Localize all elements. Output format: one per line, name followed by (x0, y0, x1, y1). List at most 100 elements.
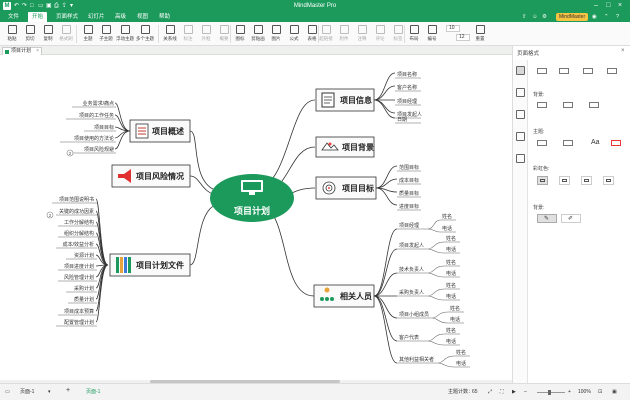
people-item[interactable]: 电话 (456, 360, 466, 367)
people-item[interactable]: 姓名 (450, 305, 460, 312)
people-item[interactable]: 电话 (446, 338, 456, 345)
zoom-level[interactable]: 100% (578, 389, 591, 396)
theme-color-option[interactable] (611, 140, 621, 146)
background-option-1[interactable] (537, 102, 547, 108)
topic-people[interactable]: 相关人员 (313, 284, 375, 308)
people-item[interactable]: 姓名 (442, 213, 452, 220)
clipart-panel-icon[interactable] (516, 110, 525, 119)
menu-view[interactable]: 视图 (133, 12, 152, 22)
docs-child[interactable]: 组织分解结构 (64, 230, 94, 237)
page-view-icon[interactable]: ▭ (5, 389, 10, 396)
overview-child[interactable]: 项目使用的方法论 (74, 135, 114, 142)
clipart-button[interactable]: 剪贴画 (248, 24, 268, 44)
callout-button[interactable]: 标注 (178, 24, 198, 44)
docs-child[interactable]: 风险管理计划 (64, 274, 94, 281)
zoom-slider[interactable] (537, 392, 565, 393)
background-option-3[interactable] (589, 102, 599, 108)
topic-info[interactable]: 项目信息 (315, 88, 375, 112)
topic-overview[interactable]: 项目概述 (129, 119, 191, 143)
format-painter-button[interactable]: 格式刷 (56, 24, 76, 44)
theme-option-1[interactable] (537, 140, 547, 146)
people-item[interactable]: 电话 (442, 225, 452, 232)
background-pen-option[interactable]: ✎ (537, 214, 557, 223)
relationship-button[interactable]: 关系线 (160, 24, 180, 44)
goal-child[interactable]: 成本目标 (399, 177, 419, 184)
people-role[interactable]: 客户代表 (399, 334, 419, 341)
page-select[interactable]: 页面-1 (20, 389, 34, 396)
document-tab[interactable]: 项目计划 × (2, 47, 43, 55)
numbering-button[interactable]: 编号 (422, 24, 442, 44)
menu-home[interactable]: 开始 (28, 12, 48, 22)
layout-button[interactable]: 布局 (404, 24, 424, 44)
people-item[interactable]: 电话 (446, 270, 456, 277)
fit-page-icon[interactable]: ⤢ (488, 389, 492, 396)
mindmap-canvas[interactable]: 项目计划 项目信息 项目背景 项目目标 相关人员 项目概述 项目风险情况 项目计… (0, 55, 512, 383)
subtopic-button[interactable]: 子主题 (96, 24, 116, 44)
overview-collapse-badge[interactable]: 2 (66, 149, 74, 157)
goal-child[interactable]: 质量目标 (399, 190, 419, 197)
hyperlink-button[interactable]: 超链接 (316, 24, 336, 44)
docs-child[interactable]: 关键的成功因素 (59, 208, 94, 215)
help-icon[interactable]: ? (616, 13, 619, 21)
outline-panel-icon[interactable] (516, 154, 525, 163)
theme-panel-icon[interactable] (516, 132, 525, 141)
people-item[interactable]: 电话 (450, 316, 460, 323)
formula-button[interactable]: 公式 (284, 24, 304, 44)
menu-help[interactable]: 帮助 (155, 12, 174, 22)
rainbow-option-3[interactable] (581, 176, 592, 185)
people-item[interactable]: 姓名 (446, 282, 456, 289)
zoom-slider-knob[interactable] (548, 390, 551, 395)
multiple-topics-button[interactable]: 多个主题 (135, 24, 155, 44)
layout-option-4[interactable] (607, 68, 617, 74)
people-role[interactable]: 项目小组成员 (399, 311, 429, 318)
copy-button[interactable]: 复制 (38, 24, 58, 44)
overview-child[interactable]: 项目风险规避 (84, 146, 114, 153)
info-child[interactable]: 项目名称 (397, 71, 417, 78)
rainbow-option-2[interactable] (559, 176, 570, 185)
paste-button[interactable]: 粘贴 (2, 24, 22, 44)
topic-button[interactable]: 主题 (78, 24, 98, 44)
docs-child[interactable]: 采购计划 (74, 285, 94, 292)
docs-child[interactable]: 项目进度计划 (64, 263, 94, 270)
ribbon-collapse-icon[interactable]: ⌃ (604, 13, 609, 21)
root-topic[interactable]: 项目计划 (210, 174, 294, 222)
close-tab-icon[interactable]: × (36, 48, 39, 55)
info-child[interactable]: 客户名称 (397, 84, 417, 91)
people-role[interactable]: 项目发起人 (399, 242, 424, 249)
zoom-in-icon[interactable]: + (568, 389, 571, 396)
close-icon[interactable]: × (618, 1, 622, 11)
people-item[interactable]: 姓名 (456, 349, 466, 356)
maximize-icon[interactable]: □ (606, 1, 610, 11)
people-item[interactable]: 姓名 (446, 327, 456, 334)
feedback-icon[interactable]: ☺ (532, 13, 538, 21)
topic-goal[interactable]: 项目目标 (315, 176, 377, 200)
docs-child[interactable]: 成本/效益分析 (63, 241, 94, 248)
info-child[interactable]: 日期 (397, 117, 407, 123)
people-item[interactable]: 电话 (446, 246, 456, 253)
font-size-select[interactable]: 10 (446, 25, 460, 32)
font-style-icon[interactable]: Aa (591, 139, 600, 146)
panel-close-icon[interactable]: × (621, 48, 625, 54)
docs-collapse-badge[interactable]: 2 (46, 211, 54, 219)
settings-icon[interactable]: ⚙ (542, 13, 547, 21)
menu-file[interactable]: 文件 (4, 12, 23, 22)
panel-toggle-icon[interactable]: ▣ (612, 389, 617, 396)
overview-child[interactable]: 项目的工作任务 (79, 112, 114, 119)
format-icon[interactable] (516, 66, 525, 75)
docs-child[interactable]: 配置管理计划 (64, 319, 94, 326)
background-option-2[interactable] (563, 102, 573, 108)
floating-topic-button[interactable]: 浮动主题 (115, 24, 135, 44)
people-role[interactable]: 项目经理 (399, 222, 419, 229)
people-role[interactable]: 技术负责人 (399, 266, 424, 273)
topic-docs[interactable]: 项目计划文件 (109, 253, 191, 277)
menu-slides[interactable]: 幻灯片 (84, 12, 109, 22)
rainbow-option-4[interactable] (603, 176, 614, 185)
overview-child[interactable]: 业务需求/痛点 (83, 100, 114, 107)
topic-risk[interactable]: 项目风险情况 (111, 164, 191, 188)
font-size-select-2[interactable]: 12 (456, 34, 470, 41)
add-page-button[interactable]: + (66, 387, 70, 394)
user-icon[interactable]: ◉ (592, 13, 597, 21)
boundary-button[interactable]: 外框 (196, 24, 216, 44)
attachment-button[interactable]: 附件 (334, 24, 354, 44)
minimize-icon[interactable]: – (594, 1, 598, 11)
